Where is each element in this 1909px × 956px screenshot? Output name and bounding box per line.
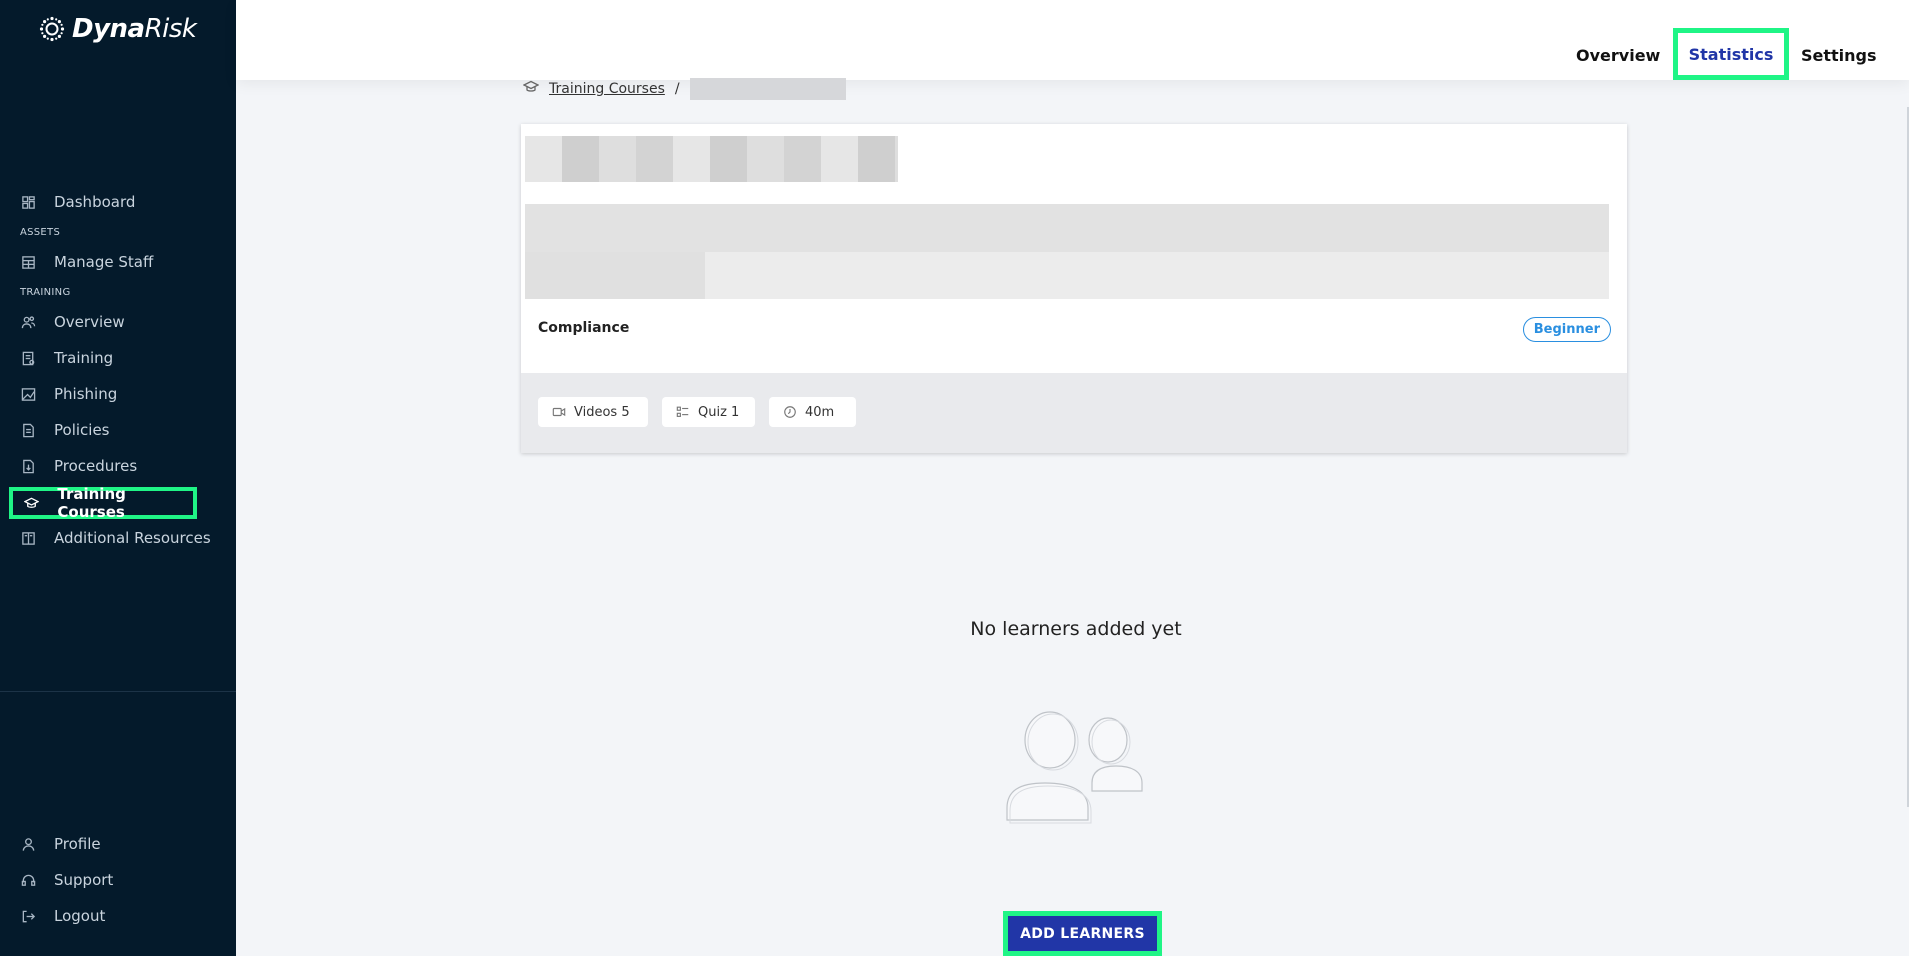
section-label-training: TRAINING xyxy=(20,287,71,298)
sidebar-item-label: Phishing xyxy=(54,385,118,403)
sidebar-item-label: Dashboard xyxy=(54,193,136,211)
duration-value: 40m xyxy=(805,404,835,420)
sidebar-item-training-courses[interactable]: Training Courses xyxy=(9,485,197,521)
videos-count-chip: Videos 5 xyxy=(538,397,648,427)
sidebar-item-policies[interactable]: Policies xyxy=(20,417,109,443)
logo-gear-icon xyxy=(39,16,65,42)
empty-state-message: No learners added yet xyxy=(970,618,1182,640)
video-icon xyxy=(552,407,566,417)
duration-chip: 40m xyxy=(769,397,856,427)
sidebar-item-label: Profile xyxy=(54,835,101,853)
sidebar-item-profile[interactable]: Profile xyxy=(20,831,101,857)
breadcrumb-training-courses-link[interactable]: Training Courses xyxy=(549,81,665,97)
sidebar-item-dashboard[interactable]: Dashboard xyxy=(20,189,135,215)
sidebar-item-additional-resources[interactable]: Additional Resources xyxy=(20,525,211,551)
sidebar-item-phishing[interactable]: Phishing xyxy=(20,381,117,407)
sidebar-item-support[interactable]: Support xyxy=(20,867,113,893)
sidebar-divider xyxy=(0,691,236,692)
sidebar-item-label: Procedures xyxy=(54,457,138,475)
headset-icon xyxy=(20,872,36,888)
breadcrumb: Training Courses / xyxy=(522,78,846,100)
users-icon xyxy=(20,314,36,330)
logout-icon xyxy=(20,908,36,924)
sidebar-item-overview[interactable]: Overview xyxy=(20,309,125,335)
checklist-icon xyxy=(676,406,689,417)
graduation-cap-icon xyxy=(24,495,40,511)
sidebar-item-logout[interactable]: Logout xyxy=(20,903,105,929)
tab-overview[interactable]: Overview xyxy=(1576,40,1660,70)
file-download-icon xyxy=(20,458,36,474)
tab-statistics[interactable]: Statistics xyxy=(1673,28,1789,80)
sidebar-item-procedures[interactable]: Procedures xyxy=(20,453,137,479)
sidebar-item-label: Training xyxy=(54,349,114,367)
sidebar-item-label: Training Courses xyxy=(57,485,126,521)
quiz-count-chip: Quiz 1 xyxy=(662,397,755,427)
sidebar-item-label: Overview xyxy=(54,313,125,331)
certificate-icon xyxy=(20,350,36,366)
sidebar-item-label: Manage Staff xyxy=(54,253,154,271)
sidebar-item-training[interactable]: Training xyxy=(20,345,113,371)
sidebar-item-label: Logout xyxy=(54,907,106,925)
course-category: Compliance xyxy=(538,320,630,336)
learners-illustration-icon xyxy=(1006,711,1143,824)
dashboard-icon xyxy=(20,194,36,210)
breadcrumb-current-redacted xyxy=(689,78,846,100)
sidebar-item-label: Additional Resources xyxy=(54,529,211,547)
quiz-count: Quiz 1 xyxy=(698,404,740,420)
sidebar-item-label: Support xyxy=(54,871,114,889)
course-description-redacted xyxy=(525,204,1609,299)
section-label-assets: ASSETS xyxy=(20,227,61,238)
course-card: Compliance Beginner Videos 5 Quiz 1 40m xyxy=(521,124,1627,453)
videos-count: Videos 5 xyxy=(574,404,630,420)
book-icon xyxy=(20,530,36,546)
brand-name: DynaRisk xyxy=(72,14,197,44)
building-icon xyxy=(20,254,36,270)
document-icon xyxy=(20,422,36,438)
sidebar-item-label: Policies xyxy=(54,421,110,439)
breadcrumb-separator: / xyxy=(674,81,680,97)
clock-icon xyxy=(784,406,796,418)
user-icon xyxy=(20,836,36,852)
hook-icon xyxy=(20,386,36,402)
sidebar-item-manage-staff[interactable]: Manage Staff xyxy=(20,249,153,275)
graduation-cap-icon xyxy=(522,79,540,99)
tab-settings[interactable]: Settings xyxy=(1801,40,1877,70)
app-logo[interactable]: DynaRisk xyxy=(38,14,197,44)
top-bar: Overview Statistics Settings xyxy=(236,0,1909,80)
course-title-redacted xyxy=(525,136,898,182)
level-badge: Beginner xyxy=(1522,317,1611,342)
sidebar: DynaRisk Dashboard ASSETS Manage Staff T… xyxy=(0,0,236,956)
add-learners-button[interactable]: ADD LEARNERS xyxy=(1003,911,1162,956)
